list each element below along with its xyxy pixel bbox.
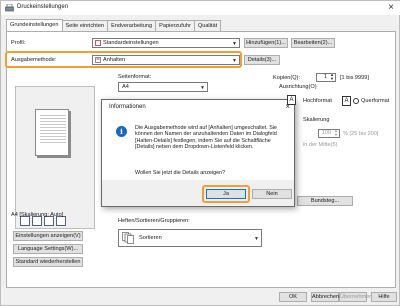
booklet-button[interactable]: Bundsteg... — [297, 196, 353, 206]
spin-arrows-icon[interactable]: ▲ ▼ — [330, 73, 334, 81]
tab-quality[interactable]: Qualität — [193, 20, 222, 31]
window-title: Druckeinstellungen — [17, 4, 69, 10]
close-icon[interactable]: × — [385, 2, 397, 14]
page-preview — [35, 109, 69, 156]
tab-strip: Grundeinstellungen Seite einrichten Endv… — [6, 19, 222, 31]
orientation-label: Ausrichtung(O) — [279, 84, 317, 90]
dialog-body: i Die Ausgabemethode wird auf [Anhalten]… — [102, 114, 294, 180]
profile-label: Profil: — [11, 40, 26, 46]
spin-arrows-icon[interactable]: ▲ ▼ — [334, 129, 338, 137]
dialog-message: Die Ausgabemethode wird auf [Anhalten] u… — [135, 125, 278, 151]
details-button[interactable]: Details(3)... — [244, 55, 280, 65]
chevron-down-icon: ▼ — [254, 236, 259, 242]
tab-paper-source[interactable]: Papierzufuhr — [155, 20, 195, 31]
language-settings-button[interactable]: Language Settings(W)... — [13, 244, 83, 254]
landscape-radio[interactable] — [353, 98, 359, 104]
printer-icon — [5, 4, 14, 12]
help-button[interactable]: Hilfe — [371, 292, 397, 302]
profile-icon — [95, 40, 101, 46]
copies-range: [1 bis 9999] — [340, 75, 369, 81]
copies-spinner[interactable]: 1 ▲ ▼ — [316, 73, 336, 82]
page-format-value: A4 — [122, 84, 129, 90]
tab-finishing[interactable]: Endverarbeitung — [107, 20, 157, 31]
preview-caption: A4 [Skalierung: Auto] — [11, 212, 64, 218]
output-method-highlight — [5, 51, 242, 68]
center-label: in der Mitte(5) — [303, 142, 338, 148]
chevron-down-icon: ▼ — [200, 85, 205, 91]
finishing-select[interactable]: Sortieren ▼ — [118, 229, 262, 247]
page-format-select[interactable]: A4 ▼ — [118, 82, 208, 92]
edit-profile-button[interactable]: Bearbeiten(2)... — [291, 38, 335, 48]
dialog-footer: Ja Nein — [102, 180, 294, 206]
profile-select[interactable]: Standardeinstellungen ▼ — [92, 38, 240, 48]
show-settings-button[interactable]: Einstellungen anzeigen(V) — [13, 231, 83, 241]
portrait-label[interactable]: Hochformat — [303, 98, 332, 104]
scaling-label: Skalierung — [303, 117, 330, 123]
no-button[interactable]: Nein — [252, 189, 292, 199]
scaling-value: 100 — [321, 130, 331, 136]
print-settings-window: Druckeinstellungen × Grundeinstellungen … — [0, 0, 400, 306]
cancel-button[interactable]: Abbrechen — [311, 292, 339, 302]
finishing-label: Heften/Sortieren/Gruppieren: — [118, 218, 190, 224]
copies-value: 1 — [323, 74, 327, 80]
chevron-down-icon: ▼ — [232, 41, 237, 47]
finishing-value: Sortieren — [139, 235, 162, 241]
copies-label: Kopien(Q): — [273, 75, 301, 81]
yes-button-highlight — [202, 185, 250, 203]
page-format-label: Seitenformat: — [118, 74, 152, 80]
info-icon: i — [116, 126, 127, 137]
tab-basic-settings[interactable]: Grundeinstellungen — [6, 19, 63, 31]
scaling-range: % [25 bis 200] — [343, 131, 379, 137]
preview-pane — [15, 86, 95, 229]
collate-icon — [122, 232, 134, 244]
add-profile-button[interactable]: Hinzufügen(1)... — [244, 38, 288, 48]
tab-page-setup[interactable]: Seite einrichten — [61, 20, 109, 31]
dialog-question: Wollen Sie jetzt die Details anzeigen? — [135, 170, 226, 176]
information-dialog: Informationen × i Die Ausgabemethode wir… — [101, 99, 295, 207]
landscape-label[interactable]: Querformat — [361, 98, 389, 104]
profile-value: Standardeinstellungen — [103, 40, 159, 46]
title-bar: Druckeinstellungen × — [1, 1, 400, 15]
restore-default-button[interactable]: Standard wiederherstellen — [13, 257, 83, 267]
landscape-icon: A — [342, 96, 351, 106]
dialog-title: Informationen — [109, 104, 146, 110]
scaling-spinner[interactable]: 100 ▲ ▼ — [318, 129, 340, 138]
ok-button[interactable]: OK — [279, 292, 307, 302]
portrait-icon: A — [287, 95, 296, 105]
apply-button[interactable]: Übernehmen — [339, 292, 372, 302]
